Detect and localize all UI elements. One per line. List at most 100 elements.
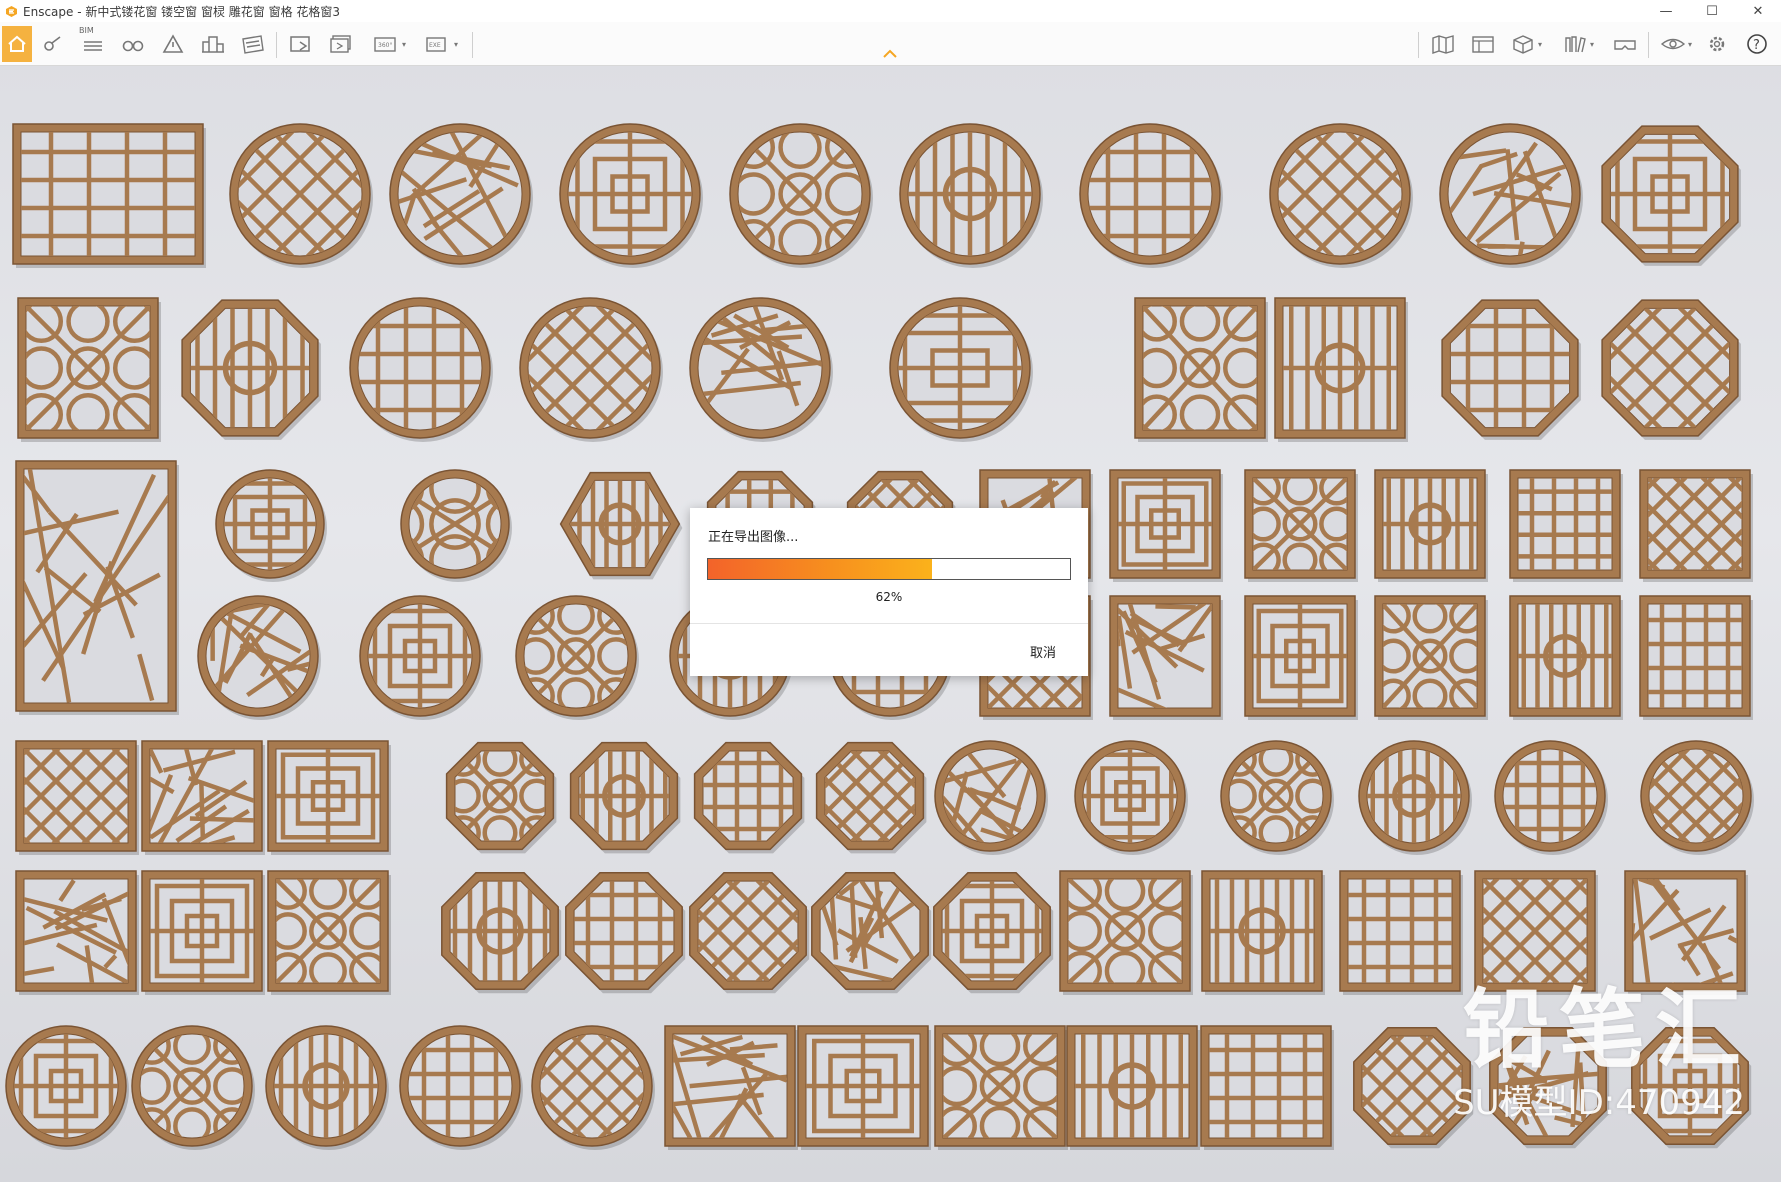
library-dropdown-icon[interactable]: ▾ (1590, 40, 1594, 49)
lattice-panel (1109, 469, 1223, 582)
alert-triangle-icon (162, 34, 184, 53)
panorama-360-icon: 360° (374, 37, 396, 52)
collapse-toolbar-button[interactable] (878, 46, 902, 62)
settings-button[interactable] (1702, 28, 1732, 60)
objects-button[interactable]: ▾ (1506, 28, 1546, 60)
books-icon (1565, 36, 1586, 53)
lattice-panel (15, 870, 139, 995)
lattice-panel (664, 1025, 798, 1150)
lattice-panel (1441, 299, 1581, 440)
lattice-panel (1201, 870, 1325, 995)
lattice-panel (1134, 297, 1268, 442)
lattice-panel (399, 1025, 523, 1150)
gear-icon (1709, 36, 1725, 52)
batch-render-button[interactable] (326, 28, 356, 60)
exe-export-button[interactable]: EXE ▾ (420, 28, 462, 60)
issues-button[interactable] (158, 28, 188, 60)
layout-panels-icon (1472, 36, 1494, 53)
lattice-panel (729, 123, 873, 268)
batch-export-icon (330, 35, 351, 53)
bim-label: BIM (79, 26, 94, 35)
lattice-panel (141, 740, 265, 855)
lattice-panel (1494, 740, 1608, 855)
library-button[interactable]: ▾ (1558, 28, 1598, 60)
map-pin-icon (44, 36, 61, 51)
lattice-panel (1374, 469, 1488, 582)
lattice-panel (1220, 740, 1334, 855)
buildings-icon (202, 36, 224, 53)
map-button[interactable] (1428, 28, 1458, 60)
lattice-panel (12, 123, 206, 268)
lattice-panel (389, 123, 533, 268)
lattice-panel (1509, 469, 1623, 582)
screenshot-button[interactable] (286, 28, 316, 60)
objects-dropdown-icon[interactable]: ▾ (1538, 40, 1542, 49)
lattice-panel (359, 595, 483, 720)
window-title: Enscape - 新中式镂花窗 镂空窗 窗棂 雕花窗 窗格 花格窗3 (23, 4, 341, 19)
home-icon (8, 35, 26, 52)
help-button[interactable]: ? (1742, 28, 1772, 60)
lattice-panel (400, 469, 512, 582)
lattice-panel (1358, 740, 1472, 855)
lattice-panel (1066, 1025, 1200, 1150)
assets-button[interactable] (1468, 28, 1498, 60)
lattice-panel (933, 872, 1054, 994)
lattice-panel (559, 123, 703, 268)
dialog-title: 正在导出图像... (708, 530, 799, 545)
lattice-panel (1244, 469, 1358, 582)
lattice-panel (181, 299, 321, 440)
lattice-panel (693, 741, 805, 854)
enscape-logo-icon (4, 4, 18, 18)
svg-text:EXE: EXE (429, 42, 441, 49)
exe-export-icon: EXE (426, 37, 446, 52)
lattice-panel (899, 123, 1043, 268)
panorama-dropdown-icon[interactable]: ▾ (402, 40, 406, 49)
location-button[interactable] (38, 28, 66, 60)
close-button[interactable]: ✕ (1735, 0, 1781, 22)
lattice-panel (1074, 740, 1188, 855)
vr-button[interactable] (1610, 28, 1640, 60)
lattice-panel (15, 460, 179, 715)
maximize-button[interactable]: ☐ (1689, 0, 1735, 22)
lattice-panel (1339, 870, 1463, 995)
lattice-panel (934, 740, 1048, 855)
progress-bar (707, 558, 1071, 580)
bim-list-icon (84, 41, 102, 51)
home-button[interactable] (2, 26, 32, 62)
lattice-panel (797, 1025, 931, 1150)
visual-settings-dropdown-icon[interactable]: ▾ (1688, 40, 1692, 49)
minimize-button[interactable]: — (1643, 0, 1689, 22)
lattice-panel (515, 595, 639, 720)
toolbar-separator (276, 32, 277, 58)
toolbar-separator (1418, 32, 1419, 58)
lattice-panel (689, 297, 833, 442)
lattice-panel (445, 741, 557, 854)
panorama-button[interactable]: 360° ▾ (368, 28, 410, 60)
lattice-panel (131, 1025, 255, 1150)
map-icon (1432, 35, 1454, 54)
lattice-panel (889, 297, 1033, 442)
vr-headset-icon (1614, 40, 1636, 50)
lattice-panel (441, 872, 562, 994)
lattice-panel (197, 595, 321, 720)
lattice-panel (559, 471, 683, 580)
bim-button[interactable]: BIM (76, 26, 110, 60)
binoculars-icon (122, 40, 144, 52)
exe-dropdown-icon[interactable]: ▾ (454, 40, 458, 49)
views-button[interactable] (118, 28, 148, 60)
lattice-panel (1059, 870, 1193, 995)
svg-text:360°: 360° (378, 42, 392, 49)
lattice-panel (267, 870, 391, 995)
site-context-button[interactable] (198, 28, 228, 60)
cancel-button[interactable]: 取消 (1030, 642, 1056, 661)
svg-text:?: ? (1753, 38, 1760, 53)
lattice-panel (5, 1025, 129, 1150)
dialog-divider (690, 623, 1088, 624)
lattice-panel (811, 872, 932, 994)
progress-percent: 62% (875, 590, 903, 604)
material-editor-button[interactable] (238, 28, 268, 60)
visual-settings-button[interactable]: ▾ (1656, 28, 1696, 60)
watermark-logo-text: 铅笔汇 (1463, 980, 1751, 1080)
progress-bar-fill (708, 559, 933, 579)
lattice-panel (934, 1025, 1068, 1150)
